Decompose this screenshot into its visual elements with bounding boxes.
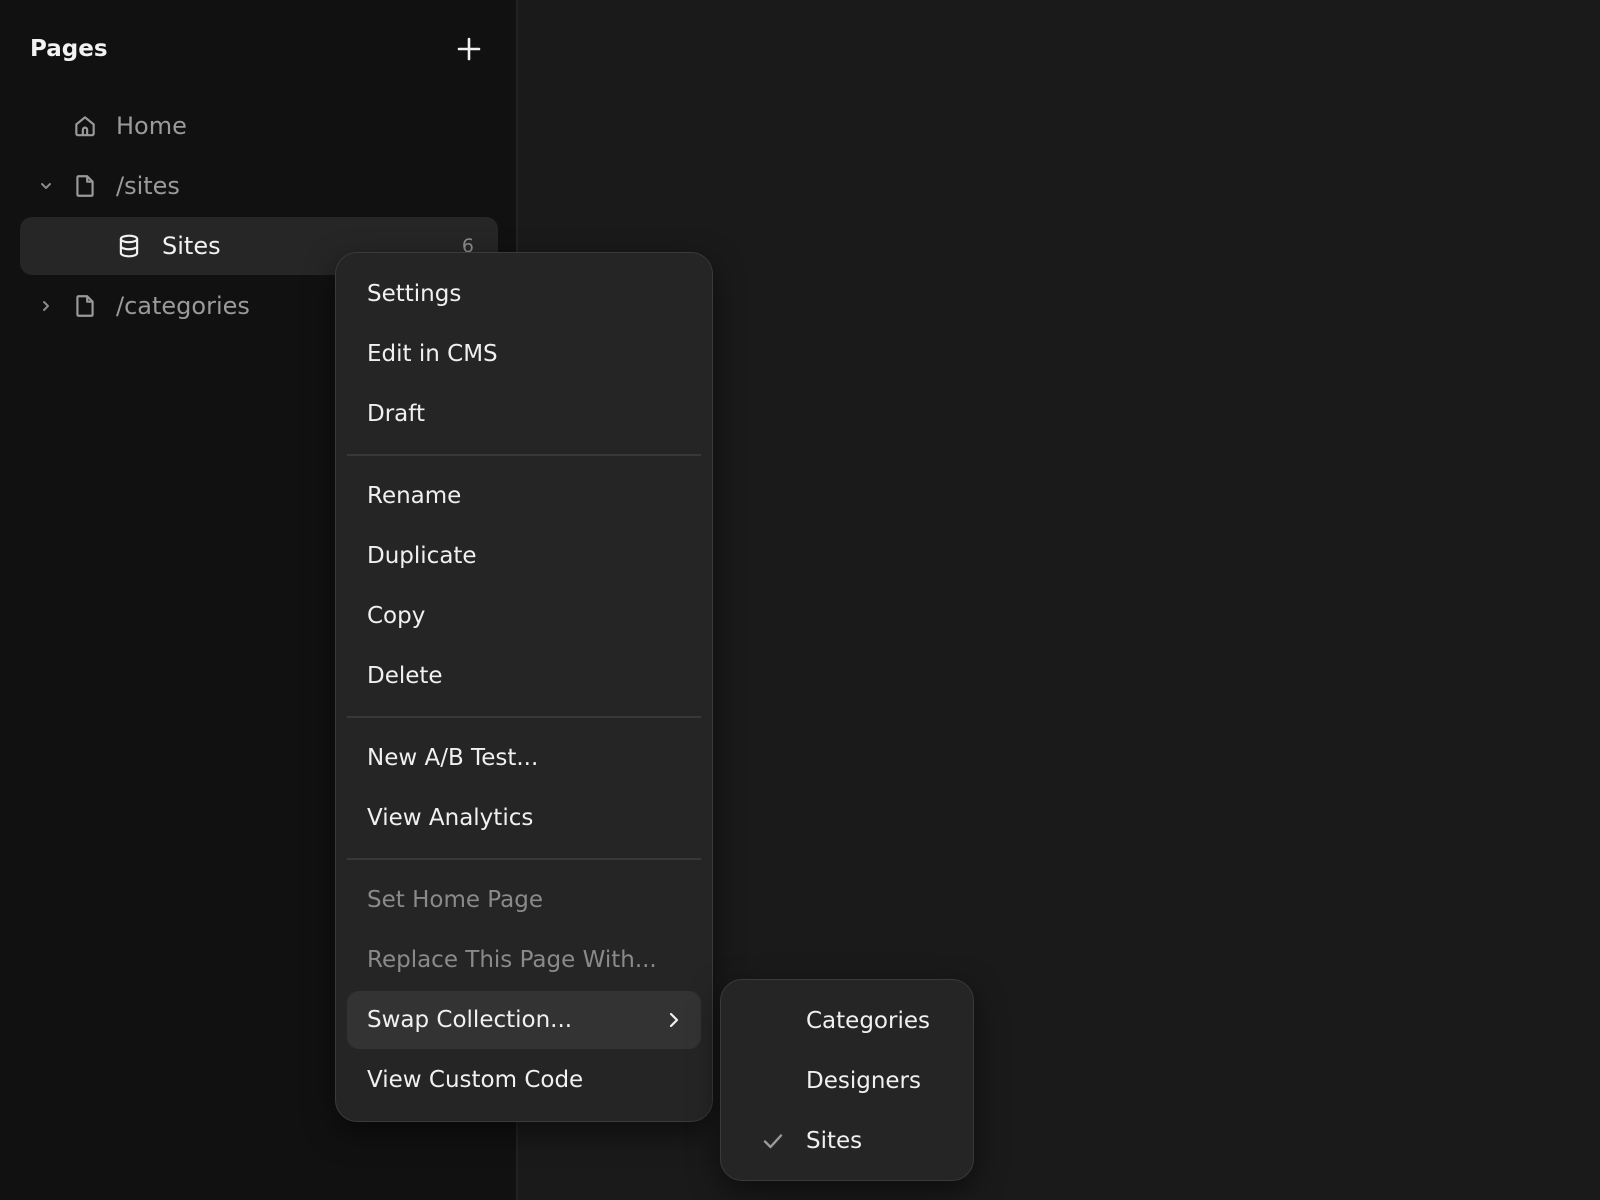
menu-item-rename[interactable]: Rename [347,467,701,525]
checkmark-icon [762,1130,784,1152]
sidebar-header: Pages [30,30,490,70]
menu-item-label: New A/B Test... [367,745,539,771]
database-icon [116,233,142,259]
submenu-item-label: Designers [806,1068,921,1094]
menu-divider [347,454,701,456]
sidebar-item-sites-folder[interactable]: /sites [20,157,498,215]
menu-item-replace-page: Replace This Page With... [347,931,701,989]
menu-item-edit-in-cms[interactable]: Edit in CMS [347,325,701,383]
menu-divider [347,716,701,718]
menu-item-label: Copy [367,603,426,629]
menu-item-new-ab-test[interactable]: New A/B Test... [347,729,701,787]
menu-divider [347,858,701,860]
menu-item-delete[interactable]: Delete [347,647,701,705]
sidebar-item-label: Home [116,112,187,140]
menu-item-label: Set Home Page [367,887,543,913]
menu-item-label: Replace This Page With... [367,947,657,973]
menu-item-label: Edit in CMS [367,341,498,367]
menu-item-copy[interactable]: Copy [347,587,701,645]
page-icon [72,293,98,319]
add-page-button[interactable] [456,36,482,62]
sidebar-item-home[interactable]: Home [20,97,498,155]
menu-item-label: View Analytics [367,805,534,831]
menu-item-label: View Custom Code [367,1067,584,1093]
chevron-down-icon[interactable] [38,178,54,194]
submenu-item-label: Sites [806,1128,863,1154]
menu-item-set-home-page: Set Home Page [347,871,701,929]
sidebar-item-label: /sites [116,172,180,200]
sidebar-item-label: Sites [162,232,221,260]
menu-item-label: Settings [367,281,462,307]
submenu-item-designers[interactable]: Designers [732,1052,962,1110]
plus-icon [457,37,481,61]
submenu-item-label: Categories [806,1008,930,1034]
menu-item-settings[interactable]: Settings [347,265,701,323]
menu-item-view-analytics[interactable]: View Analytics [347,789,701,847]
swap-collection-submenu: Categories Designers Sites [720,979,974,1181]
sidebar-title: Pages [30,36,108,62]
app-window: Pages Home /sites Sites 6 /categories Se… [0,0,1600,1200]
menu-item-swap-collection[interactable]: Swap Collection... [347,991,701,1049]
chevron-right-icon [665,1011,683,1029]
menu-item-view-custom-code[interactable]: View Custom Code [347,1051,701,1109]
submenu-item-categories[interactable]: Categories [732,992,962,1050]
menu-item-label: Duplicate [367,543,477,569]
page-icon [72,173,98,199]
chevron-right-icon[interactable] [38,298,54,314]
menu-item-label: Delete [367,663,443,689]
sidebar-item-label: /categories [116,292,250,320]
home-icon [72,113,98,139]
menu-item-duplicate[interactable]: Duplicate [347,527,701,585]
menu-item-draft[interactable]: Draft [347,385,701,443]
menu-item-label: Swap Collection... [367,1007,573,1033]
context-menu: Settings Edit in CMS Draft Rename Duplic… [335,252,713,1122]
submenu-item-sites[interactable]: Sites [732,1112,962,1170]
menu-item-label: Draft [367,401,425,427]
menu-item-label: Rename [367,483,462,509]
